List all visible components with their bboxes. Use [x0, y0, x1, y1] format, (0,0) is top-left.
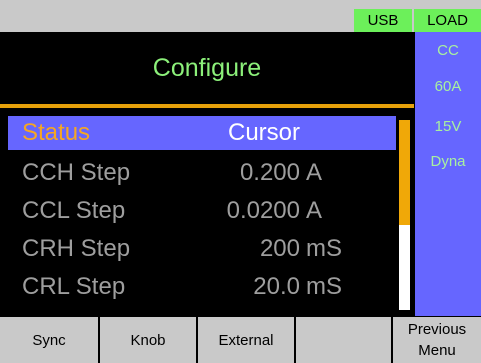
- voltage-range-indicator: 15V: [434, 118, 462, 135]
- load-indicator: LOAD: [414, 9, 481, 32]
- softkey-bar: Sync Knob External Previous Menu: [0, 317, 481, 363]
- page-title: Configure: [152, 54, 262, 82]
- list-item-value: 0.200: [239, 159, 300, 186]
- list-item-status[interactable]: Status Cursor: [8, 116, 396, 150]
- usb-indicator: USB: [354, 9, 412, 32]
- list-item-unit: mS: [306, 235, 342, 262]
- list-item-label: CCL Step: [22, 197, 126, 224]
- softkey-label: External: [218, 332, 274, 349]
- dynamic-mode-indicator: Dyna: [430, 153, 466, 170]
- external-softkey[interactable]: External: [198, 317, 294, 363]
- list-item-ccl-step[interactable]: CCL Step 0.0200 A: [8, 194, 396, 228]
- list-item-value: Cursor: [227, 119, 300, 146]
- list-item-value: 200: [259, 235, 300, 262]
- sync-softkey[interactable]: Sync: [0, 317, 98, 363]
- side-status-panel: CC 60A 15V Dyna: [415, 32, 481, 316]
- status-bar: USB LOAD: [0, 0, 481, 32]
- list-item-label: Status: [22, 119, 91, 146]
- previous-menu-softkey[interactable]: Previous Menu: [393, 317, 481, 363]
- knob-softkey[interactable]: Knob: [100, 317, 196, 363]
- softkey-label-line1: Previous: [407, 321, 467, 338]
- current-range-indicator: 60A: [434, 78, 462, 95]
- mode-indicator: CC: [437, 42, 459, 59]
- softkey-label-line2: Menu: [418, 342, 456, 359]
- list-item-value: 0.0200: [226, 197, 300, 224]
- title-area: Configure: [0, 32, 414, 106]
- list-item-crl-step[interactable]: CRL Step 20.0 mS: [8, 270, 396, 304]
- list-item-unit: mS: [306, 273, 342, 300]
- softkey-label: Sync: [32, 332, 66, 349]
- softkey-label: Knob: [130, 332, 166, 349]
- softkey-label: [296, 317, 391, 332]
- scrollbar-thumb[interactable]: [399, 120, 410, 225]
- list-item-value: 20.0: [253, 273, 300, 300]
- list-item-cch-step[interactable]: CCH Step 0.200 A: [8, 156, 396, 190]
- list-item-label: CCH Step: [22, 159, 131, 186]
- blank-softkey[interactable]: [296, 317, 391, 363]
- config-list: Status Cursor CCH Step 0.200 A CCL Step …: [0, 110, 414, 316]
- list-item-unit: A: [306, 159, 323, 186]
- list-item-unit: A: [306, 197, 323, 224]
- list-item-crh-step[interactable]: CRH Step 200 mS: [8, 232, 396, 266]
- title-divider: [0, 104, 414, 108]
- scrollbar[interactable]: [399, 120, 410, 310]
- list-item-label: CRH Step: [22, 235, 131, 262]
- instrument-screen: USB LOAD Configure CC 60A 15V Dyna Statu…: [0, 0, 481, 363]
- list-item-label: CRL Step: [22, 273, 126, 300]
